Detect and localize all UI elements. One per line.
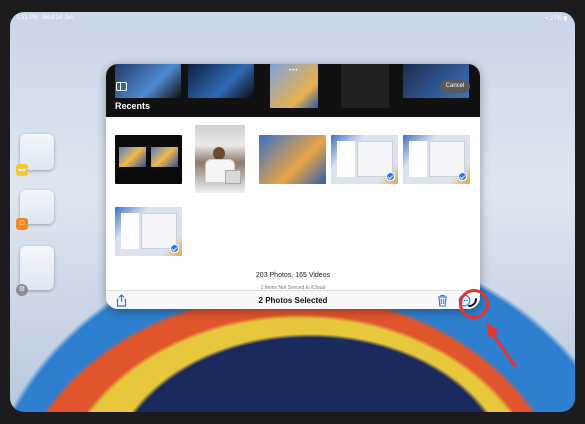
annotation-arrow-icon — [486, 322, 517, 368]
ipad-frame: 1:31 PM Wed 14 Jun ≈ 27% ▮ ▬ □ ⚙ ••• Rec… — [0, 0, 585, 424]
